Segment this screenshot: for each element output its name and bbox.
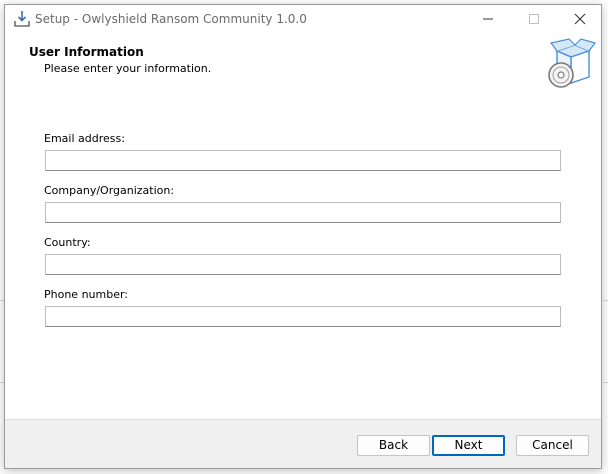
phone-label: Phone number: [44,288,129,301]
window-title: Setup - Owlyshield Ransom Community 1.0.… [35,12,307,26]
email-field[interactable] [45,150,561,171]
wizard-header: User Information Please enter your infor… [5,33,601,91]
phone-field[interactable] [45,306,561,327]
country-field[interactable] [45,254,561,275]
country-label: Country: [44,236,91,249]
wizard-footer: Back Next Cancel [5,419,601,468]
company-label: Company/Organization: [44,184,175,197]
back-button[interactable]: Back [357,435,430,456]
next-button[interactable]: Next [432,435,505,456]
company-field[interactable] [45,202,561,223]
minimize-icon[interactable] [465,5,511,33]
email-label: Email address: [44,132,125,145]
title-bar: Setup - Owlyshield Ransom Community 1.0.… [5,5,601,33]
screen: Setup - Owlyshield Ransom Community 1.0.… [0,0,608,474]
cancel-button[interactable]: Cancel [516,435,589,456]
background-divider [603,382,608,383]
setup-install-icon [13,10,31,28]
background-divider [603,300,608,301]
form-area: Email address: Company/Organization: Cou… [5,91,601,419]
maximize-icon[interactable] [511,5,557,33]
package-disc-icon [543,37,597,91]
setup-dialog: Setup - Owlyshield Ransom Community 1.0.… [4,4,602,469]
page-subtitle: Please enter your information. [44,62,212,75]
page-title: User Information [29,45,144,59]
close-icon[interactable] [557,5,601,33]
